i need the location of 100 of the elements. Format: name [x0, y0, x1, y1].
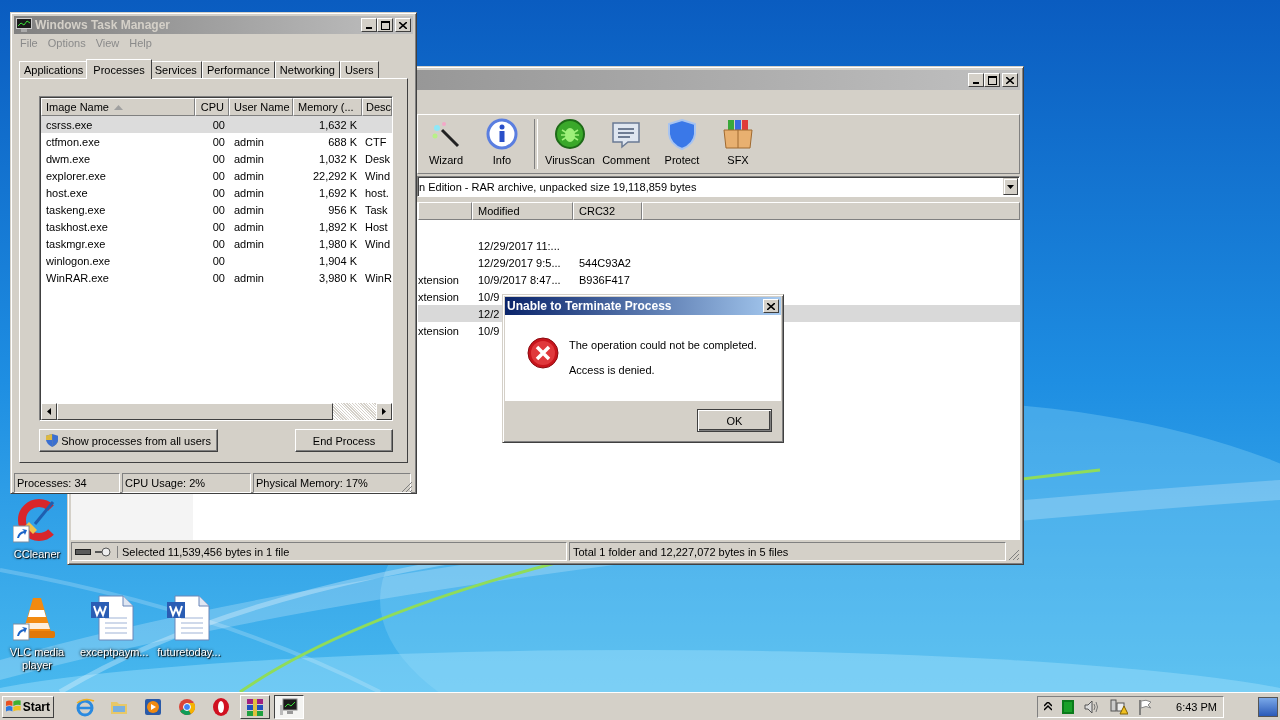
maximize-button[interactable]: [984, 73, 1000, 87]
ok-button[interactable]: OK: [697, 409, 772, 432]
desktop-icon-label: exceptpaym...: [80, 646, 146, 659]
show-all-processes-button[interactable]: Show processes from all users: [39, 429, 218, 452]
desktop-icon-label: futuretoday...: [156, 646, 222, 659]
crc-cell: 544C93A2: [579, 256, 631, 269]
column-header[interactable]: Memory (...: [293, 98, 362, 116]
description-cell: Wind: [365, 237, 391, 250]
tab[interactable]: Users: [339, 61, 379, 78]
memory-cell: 1,892 K: [319, 220, 357, 233]
process-row[interactable]: explorer.exe 00 admin 22,292 K Wind: [41, 167, 392, 184]
document-icon[interactable]: [89, 594, 137, 642]
column-header[interactable]: Desc: [362, 98, 392, 116]
file-row[interactable]: 12/29/2017 11:...: [418, 237, 1020, 254]
column-header[interactable]: CPU: [195, 98, 229, 116]
flag-icon[interactable]: [1138, 698, 1153, 715]
crc-cell: B936F417: [579, 273, 630, 286]
cpu-cell: 00: [212, 152, 225, 165]
tab[interactable]: Applications: [19, 61, 89, 78]
user-name-cell: admin: [234, 220, 264, 233]
dropdown-button[interactable]: [1003, 178, 1018, 195]
status-text: Selected 11,539,456 bytes in 1 file: [117, 545, 290, 558]
cpu-cell: 00: [212, 271, 225, 284]
tab[interactable]: Services: [149, 61, 202, 78]
process-row[interactable]: taskhost.exe 00 admin 1,892 K Host: [41, 218, 392, 235]
desktop-icon-label: CCleaner: [12, 548, 62, 561]
process-row[interactable]: taskeng.exe 00 admin 956 K Task: [41, 201, 392, 218]
file-row[interactable]: xtension 10/9/2017 8:47... B936F417: [418, 271, 1020, 288]
globe-e-icon: [75, 696, 95, 717]
resize-grip-icon[interactable]: [401, 481, 413, 493]
user-name-cell: admin: [234, 271, 264, 284]
close-button[interactable]: [763, 299, 779, 313]
chevron-up-icon[interactable]: [1044, 702, 1053, 711]
type-cell: xtension: [418, 290, 459, 303]
image-name-cell: csrss.exe: [46, 118, 93, 131]
process-row[interactable]: dwm.exe 00 admin 1,032 K Desk: [41, 150, 392, 167]
image-name-cell: WinRAR.exe: [46, 271, 109, 284]
minimize-button[interactable]: [361, 18, 377, 32]
process-row[interactable]: WinRAR.exe 00 admin 3,980 K WinR: [41, 269, 392, 286]
drive-icon: [75, 547, 91, 556]
scroll-right-button[interactable]: [376, 403, 392, 420]
scroll-left-button[interactable]: [41, 403, 57, 420]
tray-app-icon[interactable]: [1062, 699, 1075, 714]
caret-icon: [1007, 184, 1014, 189]
dialog-title: Unable to Terminate Process: [507, 299, 672, 313]
show-desktop-button[interactable]: [1258, 696, 1278, 717]
document-icon[interactable]: [165, 594, 213, 642]
file-row[interactable]: 12/29/2017 9:5... 544C93A2: [418, 254, 1020, 271]
process-row[interactable]: host.exe 00 admin 1,692 K host.: [41, 184, 392, 201]
toolbar-button[interactable]: Info: [474, 115, 530, 173]
tab[interactable]: Processes: [86, 59, 152, 79]
network-warning-icon[interactable]: [1110, 698, 1129, 715]
toolbar-button[interactable]: Protect: [654, 115, 710, 173]
type-cell: xtension: [418, 324, 459, 337]
box-icon: [722, 118, 754, 150]
close-icon: [399, 21, 407, 29]
maximize-button[interactable]: [377, 18, 393, 32]
cpu-cell: 00: [212, 135, 225, 148]
column-header[interactable]: CRC32: [573, 202, 642, 220]
cpu-cell: 00: [212, 237, 225, 250]
monitor-icon: [16, 18, 32, 32]
address-field[interactable]: n Edition - RAR archive, unpacked size 19,118,859 bytes: [417, 176, 1020, 197]
modified-cell: 10/9: [478, 324, 500, 337]
process-row[interactable]: csrss.exe 00 1,632 K: [41, 116, 392, 133]
scroll-thumb[interactable]: [57, 403, 333, 420]
modified-cell: 12/29/2017 9:5...: [478, 256, 561, 269]
toolbar-button[interactable]: Comment: [598, 115, 654, 173]
description-cell: Desk: [365, 152, 391, 165]
image-name-cell: ctfmon.exe: [46, 135, 100, 148]
process-row[interactable]: taskmgr.exe 00 admin 1,980 K Wind: [41, 235, 392, 252]
cpu-cell: 00: [212, 220, 225, 233]
resize-grip-icon[interactable]: [1008, 549, 1020, 561]
process-row[interactable]: winlogon.exe 00 1,904 K: [41, 252, 392, 269]
bug-icon: [554, 118, 586, 150]
column-header[interactable]: User Name: [229, 98, 293, 116]
start-button[interactable]: Start: [2, 695, 54, 718]
monitor-icon: [279, 696, 299, 717]
minimize-button[interactable]: [968, 73, 984, 87]
close-button[interactable]: [395, 18, 411, 32]
sort-ascending-icon: [114, 105, 123, 110]
close-button[interactable]: [1002, 73, 1018, 87]
taskbar-button[interactable]: [274, 694, 304, 719]
toolbar-button[interactable]: SFX: [710, 115, 766, 173]
tab[interactable]: Networking: [274, 61, 340, 78]
dialog-message: Access is denied.: [569, 364, 656, 376]
column-header[interactable]: Modified: [472, 202, 573, 220]
column-header[interactable]: Image Name: [41, 98, 195, 116]
end-process-button[interactable]: End Process: [295, 429, 393, 452]
horizontal-scrollbar[interactable]: [41, 403, 392, 420]
memory-cell: 22,292 K: [312, 169, 357, 182]
toolbar-button[interactable]: VirusScan: [542, 115, 598, 173]
speaker-icon[interactable]: [1084, 699, 1101, 714]
memory-cell: 956 K: [328, 203, 357, 216]
memory-cell: 1,032 K: [319, 152, 357, 165]
column-header[interactable]: [418, 202, 472, 220]
clock[interactable]: 6:43 PM: [1176, 700, 1217, 713]
toolbar-button[interactable]: Wizard: [418, 115, 474, 173]
tab[interactable]: Performance: [201, 61, 275, 78]
user-name-cell: admin: [234, 135, 264, 148]
process-row[interactable]: ctfmon.exe 00 admin 688 K CTF: [41, 133, 392, 150]
